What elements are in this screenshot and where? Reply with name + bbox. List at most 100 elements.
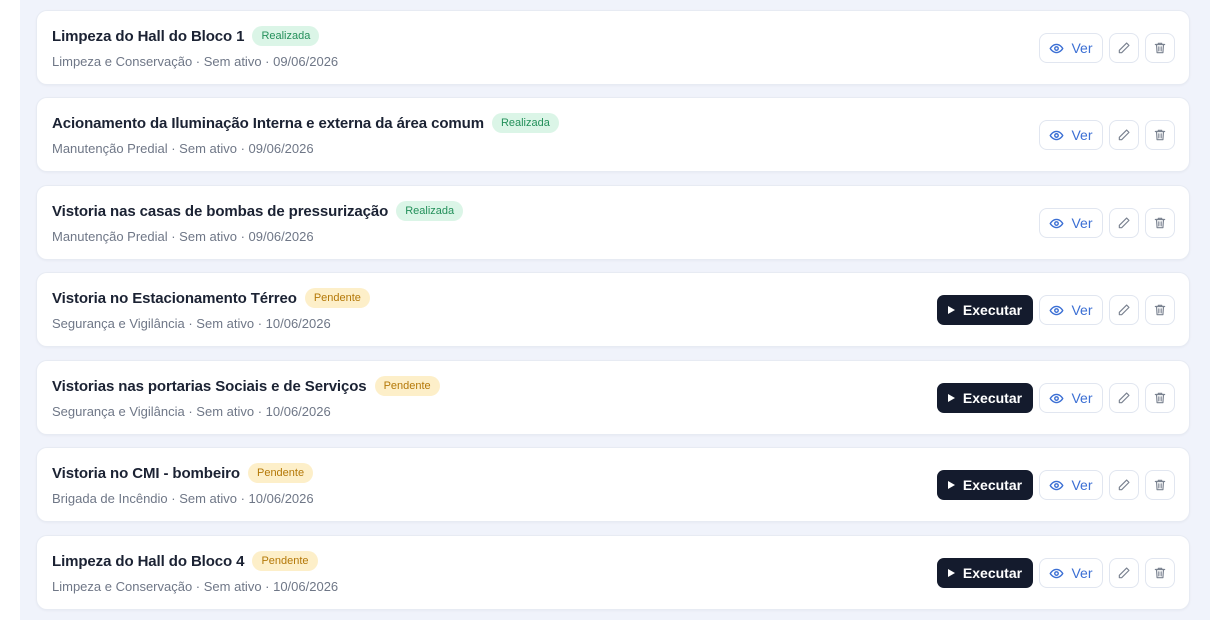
task-actions: Ver: [1039, 208, 1175, 238]
task-card: Vistoria nas casas de bombas de pressuri…: [36, 185, 1190, 260]
view-button[interactable]: Ver: [1039, 295, 1103, 325]
trash-icon: [1153, 128, 1167, 142]
trash-icon: [1153, 216, 1167, 230]
task-actions: Ver: [1039, 120, 1175, 150]
edit-button[interactable]: [1109, 120, 1139, 150]
view-button[interactable]: Ver: [1039, 558, 1103, 588]
execute-button[interactable]: Executar: [937, 470, 1033, 500]
view-button-label: Ver: [1071, 302, 1093, 318]
status-badge: Realizada: [252, 26, 320, 46]
task-actions: Executar Ver: [937, 558, 1175, 588]
task-card: Vistoria no Estacionamento Térreo Penden…: [36, 272, 1190, 347]
trash-icon: [1153, 303, 1167, 317]
task-title-row: Limpeza do Hall do Bloco 1 Realizada: [52, 26, 320, 46]
task-title: Limpeza do Hall do Bloco 4: [52, 552, 245, 570]
view-button[interactable]: Ver: [1039, 383, 1103, 413]
view-button-label: Ver: [1071, 390, 1093, 406]
delete-button[interactable]: [1145, 208, 1175, 238]
task-title: Vistoria nas casas de bombas de pressuri…: [52, 202, 389, 220]
execute-button-label: Executar: [962, 390, 1023, 406]
eye-icon: [1049, 391, 1064, 406]
status-badge: Realizada: [396, 201, 464, 221]
edit-button[interactable]: [1109, 470, 1139, 500]
task-title-row: Vistoria nas casas de bombas de pressuri…: [52, 201, 464, 221]
task-meta: Manutenção Predial · Sem ativo · 09/06/2…: [52, 229, 314, 244]
task-title-row: Vistoria no Estacionamento Térreo Penden…: [52, 288, 370, 308]
eye-icon: [1049, 566, 1064, 581]
status-badge: Pendente: [304, 288, 370, 308]
execute-button-label: Executar: [962, 477, 1023, 493]
delete-button[interactable]: [1145, 120, 1175, 150]
trash-icon: [1153, 478, 1167, 492]
task-title: Vistoria no CMI - bombeiro: [52, 464, 240, 482]
execute-button[interactable]: Executar: [937, 383, 1033, 413]
pencil-icon: [1117, 216, 1131, 230]
play-icon: [947, 394, 955, 402]
task-meta: Segurança e Vigilância · Sem ativo · 10/…: [52, 404, 331, 419]
view-button[interactable]: Ver: [1039, 33, 1103, 63]
view-button-label: Ver: [1071, 215, 1093, 231]
task-title: Vistoria no Estacionamento Térreo: [52, 289, 297, 307]
edit-button[interactable]: [1109, 208, 1139, 238]
view-button-label: Ver: [1071, 127, 1093, 143]
task-title-row: Acionamento da Iluminação Interna e exte…: [52, 113, 559, 133]
play-icon: [947, 481, 955, 489]
status-badge: Realizada: [491, 113, 559, 133]
task-title: Acionamento da Iluminação Interna e exte…: [52, 114, 484, 132]
task-list-panel: Limpeza do Hall do Bloco 1 Realizada Lim…: [20, 0, 1210, 620]
edit-button[interactable]: [1109, 558, 1139, 588]
edit-button[interactable]: [1109, 383, 1139, 413]
task-card: Limpeza do Hall do Bloco 1 Realizada Lim…: [36, 10, 1190, 85]
execute-button[interactable]: Executar: [937, 558, 1033, 588]
task-actions: Executar Ver: [937, 295, 1175, 325]
delete-button[interactable]: [1145, 295, 1175, 325]
task-card: Acionamento da Iluminação Interna e exte…: [36, 97, 1190, 172]
pencil-icon: [1117, 478, 1131, 492]
pencil-icon: [1117, 566, 1131, 580]
task-title-row: Vistorias nas portarias Sociais e de Ser…: [52, 376, 440, 396]
eye-icon: [1049, 478, 1064, 493]
trash-icon: [1153, 566, 1167, 580]
task-card: Limpeza do Hall do Bloco 4 Pendente Limp…: [36, 535, 1190, 610]
eye-icon: [1049, 216, 1064, 231]
task-meta: Limpeza e Conservação · Sem ativo · 10/0…: [52, 579, 339, 594]
view-button-label: Ver: [1071, 565, 1093, 581]
view-button-label: Ver: [1071, 40, 1093, 56]
status-badge: Pendente: [252, 551, 318, 571]
task-actions: Executar Ver: [937, 383, 1175, 413]
task-meta: Segurança e Vigilância · Sem ativo · 10/…: [52, 316, 331, 331]
status-badge: Pendente: [374, 376, 440, 396]
edit-button[interactable]: [1109, 33, 1139, 63]
eye-icon: [1049, 303, 1064, 318]
eye-icon: [1049, 41, 1064, 56]
execute-button-label: Executar: [962, 565, 1023, 581]
trash-icon: [1153, 41, 1167, 55]
task-title-row: Vistoria no CMI - bombeiro Pendente: [52, 463, 314, 483]
eye-icon: [1049, 128, 1064, 143]
pencil-icon: [1117, 41, 1131, 55]
view-button[interactable]: Ver: [1039, 208, 1103, 238]
task-meta: Limpeza e Conservação · Sem ativo · 09/0…: [52, 54, 339, 69]
task-meta: Brigada de Incêndio · Sem ativo · 10/06/…: [52, 491, 314, 506]
trash-icon: [1153, 391, 1167, 405]
task-title: Limpeza do Hall do Bloco 1: [52, 27, 245, 45]
execute-button[interactable]: Executar: [937, 295, 1033, 325]
pencil-icon: [1117, 128, 1131, 142]
task-title-row: Limpeza do Hall do Bloco 4 Pendente: [52, 551, 318, 571]
view-button-label: Ver: [1071, 477, 1093, 493]
task-title: Vistorias nas portarias Sociais e de Ser…: [52, 377, 367, 395]
view-button[interactable]: Ver: [1039, 470, 1103, 500]
edit-button[interactable]: [1109, 295, 1139, 325]
delete-button[interactable]: [1145, 558, 1175, 588]
task-card: Vistoria no CMI - bombeiro Pendente Brig…: [36, 447, 1190, 522]
task-actions: Executar Ver: [937, 470, 1175, 500]
status-badge: Pendente: [247, 463, 314, 483]
view-button[interactable]: Ver: [1039, 120, 1103, 150]
play-icon: [947, 306, 955, 314]
execute-button-label: Executar: [962, 302, 1023, 318]
pencil-icon: [1117, 303, 1131, 317]
delete-button[interactable]: [1145, 470, 1175, 500]
pencil-icon: [1117, 391, 1131, 405]
delete-button[interactable]: [1145, 33, 1175, 63]
delete-button[interactable]: [1145, 383, 1175, 413]
